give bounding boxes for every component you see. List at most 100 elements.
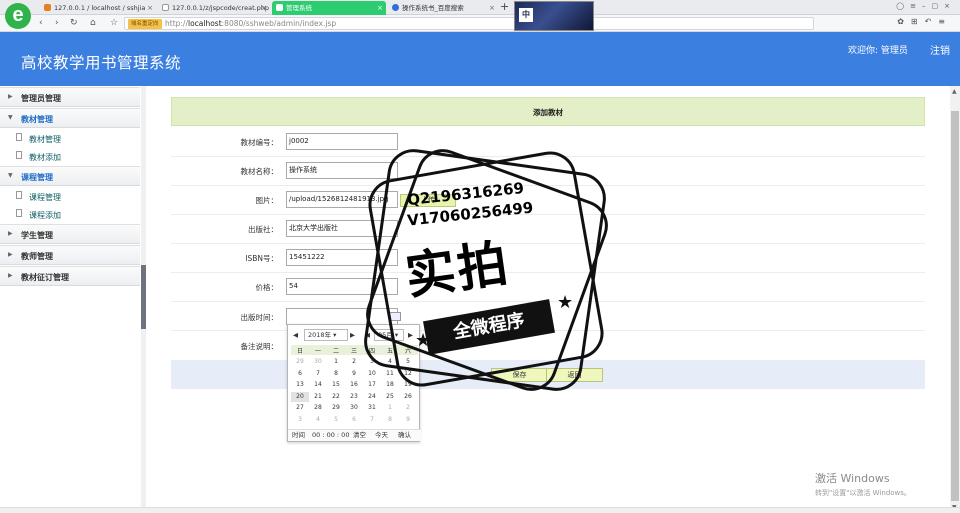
calendar-day[interactable]: 21 [309,392,327,402]
tab-creat-php[interactable]: 127.0.0.1/z/jspcode/creat.php × [158,1,270,15]
sidebar-group-course[interactable]: ▼ 课程管理 [0,166,140,186]
calendar-day[interactable]: 11 [381,369,399,379]
month-select[interactable]: 05月 ▾ [374,329,404,341]
publisher-input[interactable]: 北京大学出版社 [286,220,398,237]
calendar-day[interactable]: 27 [291,403,309,413]
menu-icon[interactable]: ≡ [910,2,922,10]
calendar-day[interactable]: 13 [291,380,309,390]
scrollbar-thumb[interactable] [951,111,959,501]
extension-icon[interactable]: ✿ [897,17,911,26]
calendar-day[interactable]: 1 [381,403,399,413]
calendar-day[interactable]: 4 [381,357,399,367]
calendar-day[interactable]: 4 [309,415,327,425]
star-icon[interactable]: ☆ [110,17,118,29]
code-input[interactable]: j0002 [286,133,398,150]
tab-management-system[interactable]: 管理系统 × [272,1,386,15]
calendar-day[interactable]: 23 [345,392,363,402]
calendar-day[interactable]: 30 [345,403,363,413]
calendar-day[interactable]: 29 [327,403,345,413]
calendar-day[interactable]: 12 [399,369,417,379]
save-button[interactable]: 保存 [491,368,548,382]
calendar-day[interactable]: 18 [381,380,399,390]
back-button[interactable]: 返回 [546,368,603,382]
forward-icon[interactable]: › [55,17,59,29]
menu-icon[interactable]: ≡ [938,17,952,26]
shield-icon[interactable]: ◯ [896,2,910,10]
sidebar-item-textbook-add[interactable]: 教材添加 [0,148,140,166]
calendar-day[interactable]: 5 [399,357,417,367]
window-controls[interactable]: ◯≡–▢× [896,2,956,10]
tab-phpmyadmin[interactable]: 127.0.0.1 / localhost / sshjia × [40,1,156,15]
upload-button[interactable]: 上传 [400,194,456,207]
calendar-day[interactable]: 25 [381,392,399,402]
calendar-day[interactable]: 10 [363,369,381,379]
calendar-day[interactable]: 28 [309,403,327,413]
calendar-day[interactable]: 1 [327,357,345,367]
calendar-day[interactable]: 5 [327,415,345,425]
calendar-day[interactable]: 3 [291,415,309,425]
new-tab-button[interactable]: + [500,0,509,14]
calendar-day[interactable]: 9 [345,369,363,379]
calendar-day[interactable]: 15 [327,380,345,390]
pub-date-input[interactable] [286,308,398,325]
prev-month-icon[interactable]: ◀ [365,329,370,341]
calendar-day[interactable]: 29 [291,357,309,367]
sidebar-item-course-manage[interactable]: 课程管理 [0,188,140,206]
calendar-day[interactable]: 7 [363,415,381,425]
calendar-day[interactable]: 20 [291,391,309,402]
year-select[interactable]: 2018年 ▾ [304,329,348,341]
isbn-input[interactable]: 15451222 [286,249,398,266]
tab-baidu-search[interactable]: 操作系统书_百度搜索 × [388,1,498,15]
calendar-day[interactable]: 24 [363,392,381,402]
price-input[interactable]: 54 [286,278,398,295]
sidebar-item-course-add[interactable]: 课程添加 [0,206,140,224]
calendar-day[interactable]: 31 [363,403,381,413]
minimize-icon[interactable]: – [922,2,932,10]
time-input[interactable]: 00 : 00 : 00 [312,430,349,441]
clear-button[interactable]: 清空 [353,430,366,441]
domain-redirect-badge[interactable]: 域名重定向 [128,19,162,29]
close-icon[interactable]: × [147,1,153,15]
sidebar-item-textbook-manage[interactable]: 教材管理 [0,130,140,148]
calendar-day[interactable]: 26 [399,392,417,402]
refresh-icon[interactable]: ↻ [70,17,78,29]
calendar-day[interactable]: 9 [399,415,417,425]
scroll-up-icon[interactable]: ▲ [952,88,957,95]
today-button[interactable]: 今天 [375,430,388,441]
grid-icon[interactable]: ⊞ [911,17,925,26]
next-month-icon[interactable]: ▶ [408,329,413,341]
close-icon[interactable]: × [489,1,495,15]
sidebar-group-order[interactable]: ▶ 教材征订管理 [0,266,140,286]
calendar-day[interactable]: 8 [327,369,345,379]
calendar-day[interactable]: 19 [399,380,417,390]
calendar-day[interactable]: 30 [309,357,327,367]
calendar-day[interactable]: 3 [363,357,381,367]
next-year-icon[interactable]: ▶ [350,329,355,341]
sidebar-group-textbook[interactable]: ▼ 教材管理 [0,108,140,128]
url-input[interactable]: 域名重定向 http://localhost:8080/sshweb/admin… [124,17,814,30]
calendar-day[interactable]: 6 [345,415,363,425]
image-path-input[interactable]: /upload/1526812481913.jpg [286,191,398,208]
restore-icon[interactable]: ▢ [932,2,945,10]
calendar-day[interactable]: 16 [345,380,363,390]
logout-link[interactable]: 注销 [930,42,950,57]
calendar-day[interactable]: 6 [291,369,309,379]
sidebar-group-teacher[interactable]: ▶ 教师管理 [0,245,140,265]
calendar-icon[interactable] [389,312,401,321]
page-scrollbar[interactable]: ▲ ▼ [950,86,960,513]
calendar-day[interactable]: 22 [327,392,345,402]
user-avatar[interactable]: 中 [514,1,594,31]
close-window-icon[interactable]: × [944,2,956,10]
calendar-day[interactable]: 8 [381,415,399,425]
calendar-day[interactable]: 17 [363,380,381,390]
sidebar-group-admin[interactable]: ▶ 管理员管理 [0,87,140,107]
prev-year-icon[interactable]: ◀ [293,329,298,341]
sidebar-group-student[interactable]: ▶ 学生管理 [0,224,140,244]
back-icon[interactable]: ‹ [39,17,43,29]
calendar-day[interactable]: 2 [399,403,417,413]
calendar-day[interactable]: 14 [309,380,327,390]
undo-icon[interactable]: ↶ [925,17,939,26]
name-input[interactable]: 操作系统 [286,162,398,179]
home-icon[interactable]: ⌂ [90,17,96,29]
toolbar-icons[interactable]: ✿⊞↶≡ [897,17,952,26]
